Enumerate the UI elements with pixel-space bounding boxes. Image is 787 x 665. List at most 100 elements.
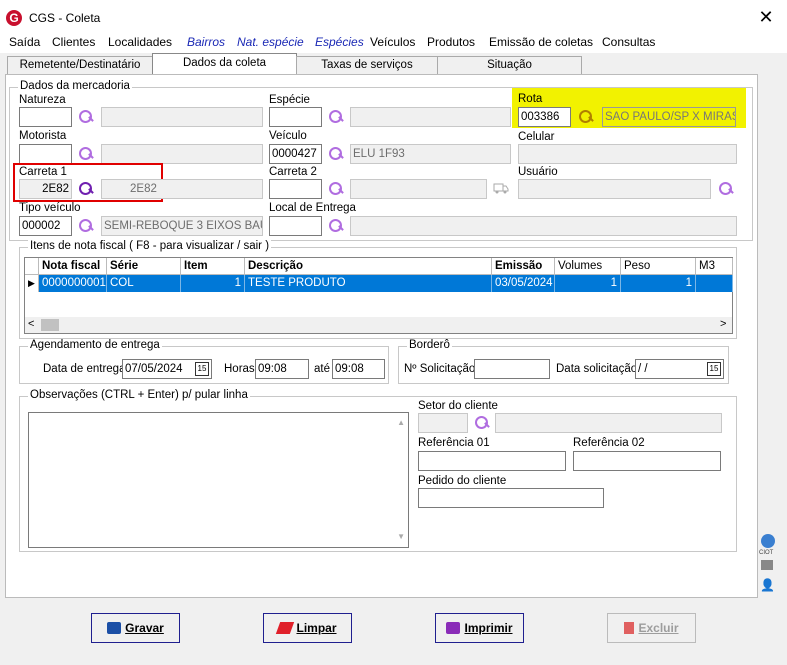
tipo-veiculo-input[interactable]: 000002 (19, 216, 72, 236)
group-title: Observações (CTRL + Enter) p/ pular linh… (28, 389, 250, 401)
pedido-input[interactable] (418, 488, 604, 508)
motorista-desc (101, 144, 263, 164)
setor-desc (495, 413, 722, 433)
tipo-veiculo-search-icon[interactable] (78, 218, 94, 234)
rota-input[interactable]: 003386 (518, 107, 571, 127)
col-m3[interactable]: M3 (696, 258, 733, 275)
cell-emissao[interactable]: 03/05/2024 (492, 275, 555, 292)
tab-remetente[interactable]: Remetente/Destinatário (7, 56, 153, 75)
save-icon (107, 622, 122, 634)
motorista-search-icon[interactable] (78, 146, 94, 162)
especie-desc (350, 107, 511, 127)
hora-fim-input[interactable]: 09:08 (332, 359, 385, 379)
veiculo-desc: ELU 1F93 (350, 144, 511, 164)
usuario-search-icon[interactable] (718, 181, 734, 197)
gravar-label: Gravar (125, 621, 164, 635)
data-entrega-input[interactable]: 07/05/2024 15 (122, 359, 212, 379)
observacoes-textarea[interactable]: ▲ ▼ (28, 412, 409, 548)
natureza-desc (101, 107, 263, 127)
ciot-label: CIOT (759, 550, 774, 556)
menu-produtos[interactable]: Produtos (427, 35, 475, 49)
carreta1-label: Carreta 1 (19, 166, 67, 178)
menu-emissao-coletas[interactable]: Emissão de coletas (489, 35, 593, 49)
setor-search-icon[interactable] (474, 415, 490, 431)
cell-volumes[interactable]: 1 (555, 275, 621, 292)
scroll-thumb[interactable] (41, 319, 59, 331)
calendar-icon[interactable]: 15 (195, 362, 209, 376)
title-bar: G CGS - Coleta ✕ (0, 0, 787, 34)
truck-icon[interactable] (493, 181, 509, 195)
tab-taxas[interactable]: Taxas de serviços (296, 56, 438, 75)
natureza-search-icon[interactable] (78, 109, 94, 125)
menu-localidades[interactable]: Localidades (108, 35, 172, 49)
group-title: Itens de nota fiscal ( F8 - para visuali… (28, 240, 272, 252)
motorista-input[interactable] (19, 144, 72, 164)
tab-situacao[interactable]: Situação (437, 56, 582, 75)
group-title: Agendamento de entrega (28, 339, 162, 351)
data-solicitacao-value: / / (638, 363, 648, 375)
col-emissao[interactable]: Emissão (492, 258, 555, 275)
ref1-input[interactable] (418, 451, 566, 471)
usuario-input (518, 179, 711, 199)
gravar-button[interactable]: Gravar (91, 613, 180, 643)
horizontal-scrollbar[interactable]: < > (25, 317, 732, 333)
especie-input[interactable] (269, 107, 322, 127)
hora-inicio-input[interactable]: 09:08 (255, 359, 309, 379)
local-entrega-search-icon[interactable] (328, 218, 344, 234)
col-descricao[interactable]: Descrição (245, 258, 492, 275)
scroll-right-icon[interactable]: > (720, 318, 726, 330)
globe-icon[interactable] (761, 534, 775, 548)
veiculo-input[interactable]: 0000427 (269, 144, 322, 164)
scroll-down-icon[interactable]: ▼ (397, 528, 405, 546)
data-solicitacao-input[interactable]: / / 15 (635, 359, 724, 379)
natureza-input[interactable] (19, 107, 72, 127)
local-entrega-input[interactable] (269, 216, 322, 236)
col-nota-fiscal[interactable]: Nota fiscal (39, 258, 107, 275)
carreta1-search-icon[interactable] (78, 181, 94, 197)
col-peso[interactable]: Peso (621, 258, 696, 275)
cell-m3[interactable] (696, 275, 733, 292)
menu-consultas[interactable]: Consultas (602, 35, 655, 49)
col-serie[interactable]: Série (107, 258, 181, 275)
limpar-label: Limpar (296, 621, 337, 635)
cell-peso[interactable]: 1 (621, 275, 696, 292)
col-volumes[interactable]: Volumes (555, 258, 621, 275)
carreta1-input[interactable]: 2E82 (19, 179, 72, 199)
tab-dados-coleta[interactable]: Dados da coleta (152, 53, 297, 75)
calendar-icon[interactable]: 15 (707, 362, 721, 376)
user-card-icon[interactable]: 👤 (760, 578, 775, 592)
menu-veiculos[interactable]: Veículos (370, 35, 415, 49)
tipo-veiculo-label: Tipo veículo (19, 202, 81, 214)
data-entrega-label: Data de entrega (43, 363, 126, 375)
app-logo-icon: G (6, 10, 22, 26)
menu-nat-especie[interactable]: Nat. espécie (237, 35, 304, 49)
printer-icon (446, 622, 461, 634)
close-icon[interactable]: ✕ (756, 7, 776, 27)
ciot-icon[interactable] (761, 560, 773, 570)
solicitacao-input[interactable] (474, 359, 550, 379)
rota-search-icon[interactable] (578, 109, 594, 125)
cell-serie[interactable]: COL (107, 275, 181, 292)
veiculo-search-icon[interactable] (328, 146, 344, 162)
veiculo-label: Veículo (269, 130, 307, 142)
menu-clientes[interactable]: Clientes (52, 35, 95, 49)
carreta2-input[interactable] (269, 179, 322, 199)
cell-item[interactable]: 1 (181, 275, 245, 292)
col-item[interactable]: Item (181, 258, 245, 275)
menu-bairros[interactable]: Bairros (187, 35, 225, 49)
ref2-input[interactable] (573, 451, 721, 471)
window-title: CGS - Coleta (29, 11, 101, 25)
cell-nota[interactable]: 0000000001 (39, 275, 107, 292)
group-title: Borderô (407, 339, 452, 351)
menu-especies[interactable]: Espécies (315, 35, 364, 49)
especie-search-icon[interactable] (328, 109, 344, 125)
cell-descricao[interactable]: TESTE PRODUTO (245, 275, 492, 292)
scroll-up-icon[interactable]: ▲ (397, 414, 405, 432)
limpar-button[interactable]: Limpar (263, 613, 352, 643)
carreta2-search-icon[interactable] (328, 181, 344, 197)
imprimir-button[interactable]: Imprimir (435, 613, 524, 643)
menu-saida[interactable]: Saída (9, 35, 40, 49)
scroll-left-icon[interactable]: < (28, 318, 34, 330)
itens-grid[interactable]: Nota fiscal Série Item Descrição Emissão… (24, 257, 733, 334)
imprimir-label: Imprimir (464, 621, 513, 635)
